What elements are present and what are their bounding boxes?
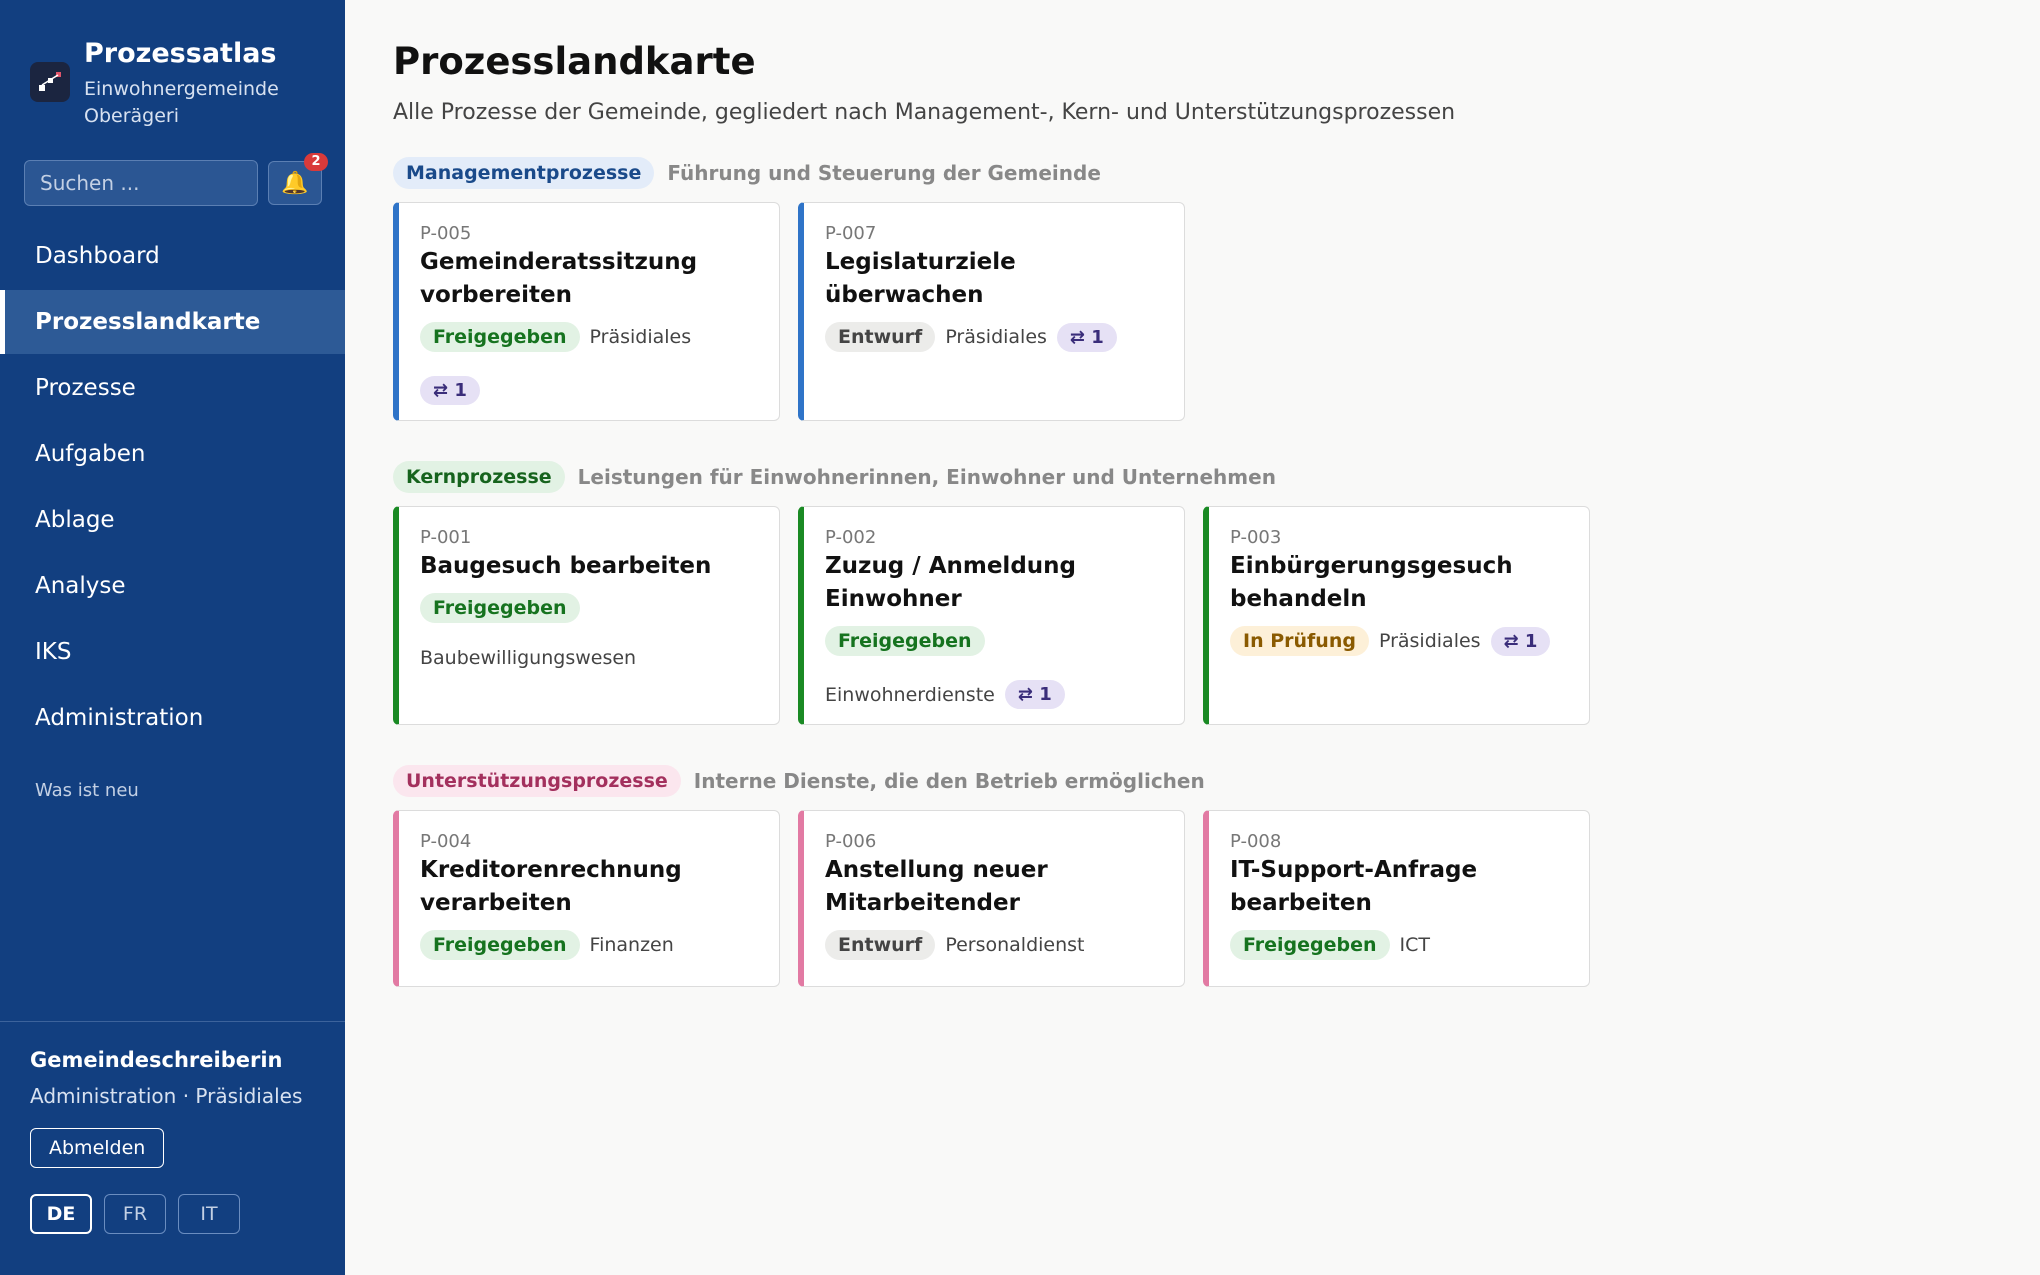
process-card-p-001[interactable]: P-001 Baugesuch bearbeiten Freigegeben B…	[393, 506, 780, 725]
process-id: P-005	[420, 223, 472, 244]
process-card-p-008[interactable]: P-008 IT-Support-Anfrage bearbeiten Frei…	[1203, 810, 1590, 987]
link-count-badge: ⇄ 1	[1490, 626, 1551, 656]
nav-item-prozesslandkarte[interactable]: Prozesslandkarte	[0, 290, 345, 354]
process-card-p-007[interactable]: P-007 Legislaturziele überwachen Entwurf…	[798, 202, 1185, 421]
user-name: Gemeindeschreiberin	[30, 1048, 283, 1072]
main-navigation: Dashboard Prozesslandkarte Prozesse Aufg…	[0, 224, 345, 752]
language-switcher: DE FR IT	[30, 1194, 315, 1234]
nav-item-ablage[interactable]: Ablage	[0, 488, 345, 552]
status-badge: Entwurf	[825, 322, 936, 352]
department-label: Finanzen	[589, 934, 674, 956]
department-label: Personaldienst	[945, 934, 1085, 956]
sidebar: Prozessatlas Einwohnergemeinde Oberägeri…	[0, 0, 345, 1275]
notification-count-badge: 2	[304, 153, 328, 171]
process-id: P-008	[1230, 831, 1282, 852]
whats-new-link[interactable]: Was ist neu	[35, 780, 139, 801]
nav-item-aufgaben[interactable]: Aufgaben	[0, 422, 345, 486]
nav-item-dashboard[interactable]: Dashboard	[0, 224, 345, 288]
status-badge: Freigegeben	[420, 593, 580, 623]
user-role: Administration · Präsidiales	[30, 1084, 303, 1108]
nav-item-prozesse[interactable]: Prozesse	[0, 356, 345, 420]
section-description: Führung und Steuerung der Gemeinde	[667, 161, 1101, 185]
process-card-p-006[interactable]: P-006 Anstellung neuer Mitarbeitender En…	[798, 810, 1185, 987]
brand[interactable]: Prozessatlas Einwohnergemeinde Oberägeri	[30, 38, 314, 130]
notifications-button[interactable]: 🔔 2	[268, 153, 328, 205]
app-logo-icon	[30, 62, 70, 102]
process-title: Einbürgerungsgesuch behandeln	[1230, 553, 1513, 612]
department-label: Baubewilligungswesen	[420, 647, 637, 669]
status-badge: Freigegeben	[420, 322, 580, 352]
nav-item-analyse[interactable]: Analyse	[0, 554, 345, 618]
process-id: P-004	[420, 831, 472, 852]
bell-icon: 🔔	[281, 170, 309, 196]
process-card-p-005[interactable]: P-005 Gemeinderatssitzung vorbereiten Fr…	[393, 202, 780, 421]
status-badge: Freigegeben	[1230, 930, 1390, 960]
process-title: Zuzug / Anmeldung Einwohner	[825, 553, 1076, 612]
process-id: P-003	[1230, 527, 1282, 548]
process-id: P-001	[420, 527, 472, 548]
section-kernprozesse: Kernprozesse Leistungen für Einwohnerinn…	[393, 460, 1590, 725]
status-badge: Freigegeben	[420, 930, 580, 960]
search-input[interactable]	[24, 160, 258, 206]
main-content: Prozesslandkarte Alle Prozesse der Gemei…	[393, 38, 1993, 987]
nav-item-administration[interactable]: Administration	[0, 686, 345, 750]
status-badge: In Prüfung	[1230, 626, 1369, 656]
link-count-badge: ⇄ 1	[1004, 680, 1065, 709]
department-label: Präsidiales	[945, 326, 1047, 348]
section-unterstuetzungsprozesse: Unterstützungsprozesse Interne Dienste, …	[393, 764, 1590, 987]
status-badge: Freigegeben	[825, 626, 985, 656]
section-label: Managementprozesse	[393, 157, 655, 189]
app-title: Prozessatlas	[84, 38, 277, 69]
process-title: Gemeinderatssitzung vorbereiten	[420, 249, 698, 308]
page-title: Prozesslandkarte	[393, 40, 756, 83]
process-id: P-007	[825, 223, 877, 244]
nav-item-iks[interactable]: IKS	[0, 620, 345, 684]
status-badge: Entwurf	[825, 930, 936, 960]
process-title: Kreditorenrechnung verarbeiten	[420, 857, 682, 916]
section-managementprozesse: Managementprozesse Führung und Steuerung…	[393, 156, 1185, 421]
lang-button-it[interactable]: IT	[178, 1194, 240, 1234]
page-subtitle: Alle Prozesse der Gemeinde, gegliedert n…	[393, 100, 1456, 125]
process-id: P-006	[825, 831, 877, 852]
department-label: Einwohnerdienste	[825, 683, 995, 706]
search-row: 🔔 2	[24, 153, 328, 206]
department-label: Präsidiales	[589, 326, 692, 348]
link-count-badge: ⇄ 1	[420, 376, 480, 405]
section-label: Unterstützungsprozesse	[393, 765, 681, 797]
section-description: Interne Dienste, die den Betrieb ermögli…	[693, 769, 1205, 793]
process-id: P-002	[825, 527, 877, 548]
process-title: Anstellung neuer Mitarbeitender	[825, 857, 1048, 916]
section-description: Leistungen für Einwohnerinnen, Einwohner…	[577, 465, 1276, 489]
lang-button-fr[interactable]: FR	[104, 1194, 166, 1234]
user-panel: Gemeindeschreiberin Administration · Prä…	[0, 1021, 345, 1234]
process-title: IT-Support-Anfrage bearbeiten	[1230, 857, 1478, 916]
link-count-badge: ⇄ 1	[1056, 322, 1117, 352]
department-label: Präsidiales	[1378, 630, 1481, 652]
process-card-p-004[interactable]: P-004 Kreditorenrechnung verarbeiten Fre…	[393, 810, 780, 987]
process-card-p-003[interactable]: P-003 Einbürgerungsgesuch behandeln In P…	[1203, 506, 1590, 725]
lang-button-de[interactable]: DE	[30, 1194, 92, 1234]
app-subtitle: Einwohnergemeinde Oberägeri	[84, 78, 279, 127]
logout-button[interactable]: Abmelden	[30, 1128, 165, 1168]
section-label: Kernprozesse	[393, 461, 565, 493]
process-title: Legislaturziele überwachen	[825, 249, 1016, 308]
department-label: ICT	[1399, 934, 1431, 956]
process-title: Baugesuch bearbeiten	[420, 553, 712, 579]
process-card-p-002[interactable]: P-002 Zuzug / Anmeldung Einwohner Freige…	[798, 506, 1185, 725]
